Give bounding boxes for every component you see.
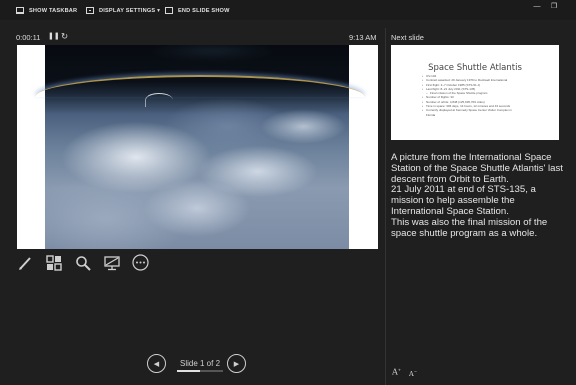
show-taskbar-label: SHOW TASKBAR	[29, 7, 78, 14]
zoom-button[interactable]	[74, 254, 91, 271]
pen-tool-button[interactable]	[16, 254, 33, 271]
end-slide-show-label: END SLIDE SHOW	[178, 7, 230, 14]
show-taskbar-button[interactable]: SHOW TASKBAR	[16, 5, 77, 16]
elapsed-timer: 0:00:11	[16, 33, 41, 42]
pause-timer-button[interactable]: ❚❚	[48, 32, 60, 40]
next-slide-heading: Next slide	[391, 33, 424, 42]
slide-navigation: ◀ Slide 1 of 2 ▶	[147, 354, 247, 374]
see-all-slides-icon	[45, 254, 62, 271]
restore-icon: ❐	[550, 3, 558, 10]
current-slide[interactable]	[17, 45, 378, 249]
next-slide-bullet-list: OV-104Contract awarded: 29 January 1979 …	[422, 74, 556, 117]
zoom-icon	[75, 255, 91, 271]
more-options-icon	[132, 254, 149, 271]
slide-tools	[16, 254, 149, 271]
presenter-toolbar: SHOW TASKBAR DISPLAY SETTINGS ▾ END SLID…	[0, 0, 576, 20]
display-settings-label: DISPLAY SETTINGS ▾	[99, 7, 161, 14]
display-settings-icon	[86, 7, 94, 14]
previous-slide-button[interactable]: ◀	[147, 354, 166, 373]
restart-timer-button[interactable]: ↻	[61, 31, 68, 42]
increase-notes-font-button[interactable]: A+	[392, 367, 401, 377]
notes-paragraph: A picture from the International Space S…	[391, 152, 563, 185]
end-slide-show-button[interactable]: END SLIDE SHOW	[165, 5, 230, 16]
slide-progress-bar	[177, 370, 223, 372]
decrease-notes-font-button[interactable]: A−	[409, 369, 417, 378]
notes-paragraph: 21 July 2011 at end of STS-135, a missio…	[391, 184, 536, 217]
earth-from-iss-photo	[35, 45, 365, 249]
minimize-button[interactable]: —	[531, 2, 543, 11]
minimize-icon: —	[533, 3, 541, 10]
previous-arrow-icon: ◀	[153, 360, 160, 368]
next-arrow-icon: ▶	[233, 360, 240, 368]
end-slide-show-icon	[165, 7, 173, 14]
next-slide-button[interactable]: ▶	[227, 354, 246, 373]
taskbar-icon	[16, 7, 24, 14]
restore-button[interactable]: ❐	[548, 2, 560, 11]
next-slide-bullet: Florida	[426, 112, 436, 117]
speaker-notes[interactable]: A picture from the International Space S…	[391, 152, 569, 239]
more-options-button[interactable]	[132, 254, 149, 271]
notes-paragraph: This was also the final mission of the s…	[391, 216, 548, 239]
next-slide-preview[interactable]: Space Shuttle Atlantis OV-104Contract aw…	[391, 45, 559, 140]
slide-counter[interactable]: Slide 1 of 2	[175, 359, 225, 368]
current-time: 9:13 AM	[349, 33, 377, 42]
black-screen-button[interactable]	[103, 254, 120, 271]
next-slide-title: Space Shuttle Atlantis	[428, 63, 522, 73]
see-all-slides-button[interactable]	[45, 254, 62, 271]
horizon-glow	[35, 75, 365, 97]
black-screen-icon	[103, 255, 120, 270]
pen-icon	[18, 256, 31, 270]
display-settings-button[interactable]: DISPLAY SETTINGS ▾	[86, 5, 160, 16]
pane-divider[interactable]	[385, 28, 386, 385]
shuttle-descent-trail	[145, 93, 173, 107]
